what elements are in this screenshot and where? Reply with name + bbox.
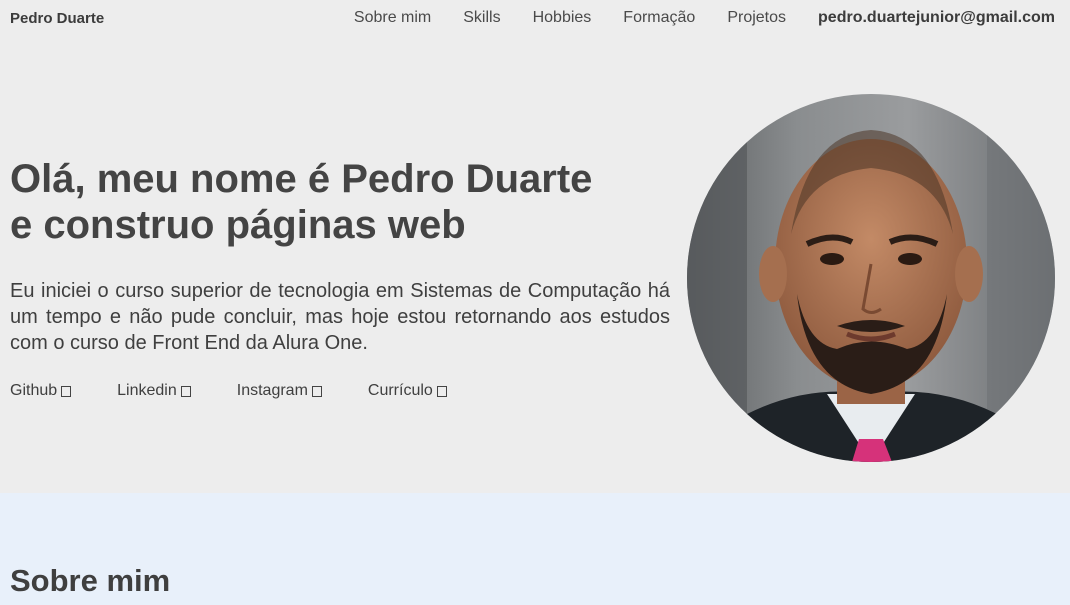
hero-title: Olá, meu nome é Pedro Duarte e construo … [10, 156, 680, 248]
profile-photo [687, 94, 1055, 462]
missing-glyph-icon [180, 385, 191, 397]
missing-glyph-icon [311, 385, 322, 397]
nav-item-projetos[interactable]: Projetos [727, 9, 786, 27]
top-nav: Pedro Duarte Sobre mim Skills Hobbies Fo… [0, 0, 1070, 36]
nav-item-skills[interactable]: Skills [463, 9, 500, 27]
missing-glyph-icon [436, 385, 447, 397]
nav-item-formacao[interactable]: Formação [623, 9, 695, 27]
about-title: Sobre mim [10, 563, 171, 598]
hero-title-line-2: e construo páginas web [10, 203, 466, 247]
linkedin-link[interactable]: Linkedin [117, 382, 191, 400]
github-link-label: Github [10, 382, 58, 399]
curriculo-link[interactable]: Currículo [368, 382, 447, 400]
nav-email-link[interactable]: pedro.duartejunior@gmail.com [818, 9, 1055, 27]
linkedin-link-label: Linkedin [117, 382, 177, 399]
curriculo-link-label: Currículo [367, 382, 433, 399]
github-link[interactable]: Github [10, 382, 72, 400]
hero-description: Eu iniciei o curso superior de tecnologi… [10, 280, 670, 354]
about-section: Sobre mim [0, 493, 1070, 605]
nav-menu: Sobre mim Skills Hobbies Formação Projet… [322, 9, 1055, 27]
missing-glyph-icon [61, 385, 72, 397]
hero-title-line-1: Olá, meu nome é Pedro Duarte [10, 157, 593, 201]
brand-name[interactable]: Pedro Duarte [10, 10, 104, 27]
instagram-link[interactable]: Instagram [237, 382, 322, 400]
nav-item-hobbies[interactable]: Hobbies [533, 9, 592, 27]
nav-item-sobre-mim[interactable]: Sobre mim [354, 9, 431, 27]
social-links: Github Linkedin Instagram Currículo [10, 382, 493, 400]
hero-section: Olá, meu nome é Pedro Duarte e construo … [0, 36, 1070, 493]
profile-photo-illustration [687, 94, 1055, 462]
instagram-link-label: Instagram [236, 382, 308, 399]
